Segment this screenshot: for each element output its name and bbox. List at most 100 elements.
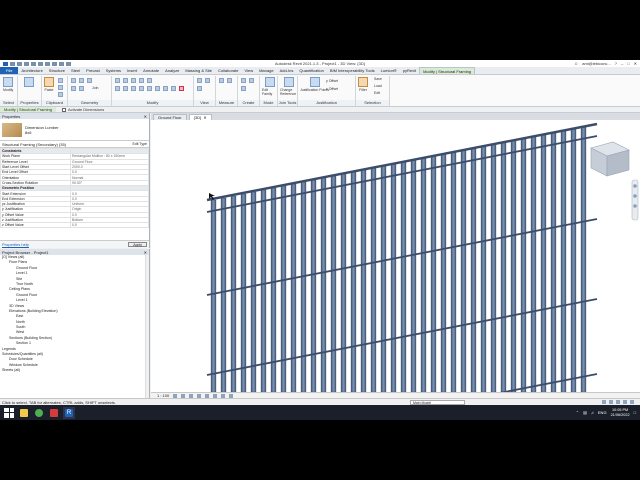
modify-button[interactable]: Modify [3, 77, 13, 92]
maximize-icon[interactable]: □ [627, 61, 629, 66]
vertical-mullion[interactable] [210, 199, 217, 392]
apply-button[interactable]: Apply [128, 242, 147, 247]
copy-icon[interactable] [58, 85, 63, 90]
vertical-mullion[interactable] [400, 161, 407, 392]
justification-points-button[interactable]: Justification Points [300, 77, 329, 92]
clock[interactable]: 10:05 PM 21/06/2022 [611, 408, 630, 417]
edit-selection-button[interactable]: Edit [374, 91, 380, 95]
vertical-mullion[interactable] [550, 131, 557, 392]
tab-quantification[interactable]: Quantification [296, 67, 326, 74]
vertical-mullion[interactable] [220, 197, 227, 392]
edit-family-button[interactable]: Edit Family [262, 77, 277, 96]
trim-icon[interactable] [139, 86, 144, 91]
vertical-mullion[interactable] [510, 139, 517, 392]
wall-joins-icon[interactable] [87, 78, 92, 83]
visual-style-icon[interactable] [181, 393, 186, 398]
create-parts-icon[interactable] [241, 78, 246, 83]
print-icon[interactable] [38, 61, 43, 66]
cope-icon[interactable] [71, 78, 76, 83]
paint-icon[interactable] [79, 86, 84, 91]
paste-button[interactable]: Paste [44, 77, 54, 92]
vertical-mullion[interactable] [330, 175, 337, 392]
align-icon[interactable] [115, 78, 120, 83]
vertical-mullion[interactable] [580, 125, 587, 392]
crop-view-icon[interactable] [213, 393, 218, 398]
network-icon[interactable]: ▤ [583, 410, 587, 415]
tray-chevron-icon[interactable]: ⌃ [576, 410, 579, 415]
vertical-mullion[interactable] [480, 145, 487, 392]
tab-add-ins[interactable]: Add-Ins [277, 67, 297, 74]
vertical-mullion[interactable] [250, 191, 257, 392]
sun-path-icon[interactable] [189, 393, 194, 398]
view-cube-icon[interactable] [590, 141, 630, 177]
3d-view-icon[interactable] [59, 61, 64, 66]
minimize-icon[interactable]: – [621, 61, 623, 66]
vertical-mullion[interactable] [370, 167, 377, 392]
tab-structure[interactable]: Structure [46, 67, 68, 74]
tab-steel[interactable]: Steel [68, 67, 83, 74]
filter-button[interactable]: Filter [358, 77, 368, 92]
type-selector[interactable]: Dimension Lumber 8x6 [0, 119, 149, 141]
help-icon[interactable]: ? [615, 61, 617, 66]
browser-tree-item[interactable]: Sheets (all) [0, 368, 149, 373]
vertical-mullion[interactable] [290, 183, 297, 392]
user-icon[interactable]: ☺ [574, 61, 578, 66]
vertical-mullion[interactable] [490, 143, 497, 392]
text-icon[interactable] [52, 61, 57, 66]
pin-icon[interactable] [163, 86, 168, 91]
undo-icon[interactable] [24, 61, 29, 66]
navigation-bar[interactable] [631, 179, 639, 221]
tab-file[interactable]: File [0, 67, 19, 74]
tab-bim-interoperability[interactable]: BIM Interoperability Tools [327, 67, 378, 74]
tab-precast[interactable]: Precast [83, 67, 103, 74]
redo-icon[interactable] [31, 61, 36, 66]
y-offset-button[interactable]: y Offset [326, 79, 338, 83]
save-icon[interactable] [17, 61, 22, 66]
z-offset-button[interactable]: z Offset [326, 87, 338, 91]
close-icon[interactable]: ✕ [144, 250, 147, 255]
tab-analyze[interactable]: Analyze [162, 67, 182, 74]
vertical-mullion[interactable] [390, 163, 397, 392]
measure-distance-icon[interactable] [219, 78, 224, 83]
vertical-mullion[interactable] [570, 127, 577, 392]
close-icon[interactable]: ✕ [634, 61, 637, 66]
vertical-mullion[interactable] [460, 149, 467, 392]
vertical-mullion[interactable] [420, 157, 427, 392]
language-indicator[interactable]: ENG [598, 410, 607, 415]
tab-manage[interactable]: Manage [256, 67, 276, 74]
taskbar-file-explorer[interactable] [18, 407, 30, 419]
vertical-mullion[interactable] [530, 135, 537, 392]
unpin-icon[interactable] [171, 86, 176, 91]
vertical-mullion[interactable] [430, 155, 437, 392]
change-reference-button[interactable]: Change Reference [280, 77, 297, 96]
move-icon[interactable] [115, 86, 120, 91]
notifications-icon[interactable]: □ [634, 410, 636, 415]
copy-element-icon[interactable] [123, 86, 128, 91]
split-face-icon[interactable] [71, 86, 76, 91]
vertical-mullion[interactable] [520, 137, 527, 392]
join-button[interactable]: Join [92, 86, 98, 90]
lock-view-icon[interactable] [221, 393, 226, 398]
tab-insert[interactable]: Insert [124, 67, 140, 74]
vertical-mullion[interactable] [450, 151, 457, 392]
taskbar-revit[interactable]: R [63, 406, 75, 419]
section-icon[interactable] [66, 61, 71, 66]
taskbar-chrome[interactable] [33, 407, 45, 419]
tab-annotate[interactable]: Annotate [140, 67, 162, 74]
render-icon[interactable] [205, 393, 210, 398]
3d-view-canvas[interactable] [151, 120, 640, 392]
vertical-mullion[interactable] [300, 181, 307, 392]
start-button[interactable] [3, 407, 15, 419]
delete-icon[interactable] [179, 86, 184, 91]
array-icon[interactable] [147, 86, 152, 91]
vertical-mullion[interactable] [310, 179, 317, 392]
dimension-icon[interactable] [227, 78, 232, 83]
tab-collaborate[interactable]: Collaborate [215, 67, 241, 74]
hide-icon[interactable] [197, 78, 202, 83]
split-icon[interactable] [147, 78, 152, 83]
vertical-mullion[interactable] [260, 189, 267, 392]
vertical-mullion[interactable] [540, 133, 547, 392]
volume-icon[interactable]: ♫ [591, 410, 594, 415]
open-icon[interactable] [10, 61, 15, 66]
temporary-hide-icon[interactable] [229, 393, 234, 398]
